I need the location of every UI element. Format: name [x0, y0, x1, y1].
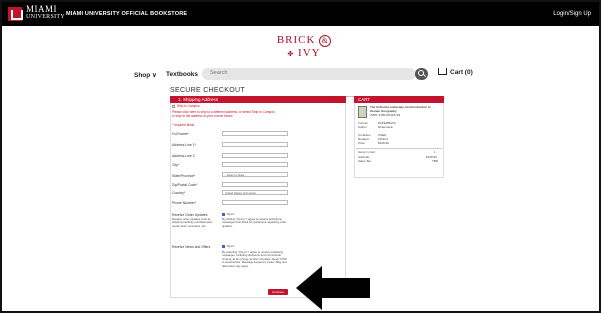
full-name-field[interactable]	[222, 131, 288, 136]
order-updates-description: Receive order updates such as shipping t…	[172, 217, 214, 228]
book-cover-image	[358, 106, 367, 118]
leaf-icon: ✤	[287, 50, 295, 58]
city-label: City*	[172, 163, 180, 167]
detail-price-key: Price	[358, 141, 365, 145]
browser-frame: MIAMI UNIVERSITY MIAMI UNIVERSITY OFFICI…	[0, 0, 601, 313]
search-icon[interactable]	[415, 68, 428, 80]
cart-item-isbn: ISBN: 9780135116739	[370, 113, 401, 117]
detail-author-value: Rubenstein	[378, 125, 394, 129]
country-select[interactable]: United States of America	[222, 190, 288, 195]
university-logo[interactable]: MIAMI UNIVERSITY	[26, 5, 65, 21]
shipping-section-header: 1. Shipping Address	[170, 96, 346, 103]
brand-word-brick: BRICK	[276, 34, 316, 46]
cart-section-header: CART	[354, 96, 444, 103]
news-offers-checkbox[interactable]	[222, 245, 225, 248]
ship-to-campus-label[interactable]: Ship to Campus	[177, 104, 200, 108]
page-title: SECURE CHECKOUT	[170, 87, 245, 94]
full-name-label: Full Name*	[172, 132, 189, 136]
address2-field[interactable]	[222, 153, 288, 158]
detail-price-value: $108.99	[378, 141, 389, 145]
detail-author-key: Author	[358, 125, 367, 129]
cart-divider	[356, 148, 442, 149]
nav-textbooks[interactable]: Textbooks	[166, 71, 198, 78]
country-label: Country*	[172, 191, 186, 195]
order-updates-fine-print: By clicking "Opt-In" I agree to receive …	[222, 217, 287, 228]
news-offers-opt-label[interactable]: Opt-in	[227, 244, 235, 248]
search-input[interactable]	[210, 70, 390, 76]
state-label: State/Province*	[172, 174, 196, 178]
cart-link[interactable]: Cart (0)	[438, 68, 473, 76]
search-bar[interactable]	[202, 68, 416, 80]
address1-field[interactable]	[222, 142, 288, 147]
shipping-note-2: to ship to the address of your choice be…	[172, 114, 234, 118]
continue-button[interactable]: Continue	[268, 289, 288, 295]
store-name: MIAMI UNIVERSITY OFFICIAL BOOKSTORE	[66, 11, 188, 17]
news-offers-label: Receive News and Offers	[172, 245, 211, 249]
top-bar: MIAMI UNIVERSITY MIAMI UNIVERSITY OFFICI…	[2, 2, 599, 26]
brand-ampersand: &	[319, 35, 332, 47]
login-signup-link[interactable]: Login/Sign Up	[553, 11, 591, 17]
nav-shop[interactable]: Shop ∨	[134, 71, 157, 79]
zip-field[interactable]	[222, 182, 288, 187]
logo-sub-text: UNIVERSITY	[26, 14, 65, 20]
miami-logo-icon[interactable]	[8, 7, 23, 21]
phone-field[interactable]	[222, 200, 288, 205]
order-updates-checkbox[interactable]	[222, 213, 225, 216]
logo-main-text: MIAMI	[26, 4, 57, 14]
cart-count: Cart (0)	[450, 69, 473, 76]
brand-word-ivy: IVY	[298, 47, 321, 59]
ship-to-campus-checkbox[interactable]	[172, 105, 175, 108]
order-updates-opt-label[interactable]: Opt-in	[227, 212, 235, 216]
phone-label: Phone Number*	[172, 201, 197, 205]
state-select[interactable]: - Select a State -	[222, 172, 288, 177]
required-note: * required fields	[172, 123, 195, 127]
brick-ivy-logo[interactable]: BRICK & ✤ IVY	[276, 34, 332, 62]
pointer-arrow-icon	[296, 266, 370, 310]
address1-label: Address Line 1*	[172, 143, 196, 147]
news-offers-fine-print: By selecting "Opt-In" I agree to receive…	[222, 250, 288, 268]
zip-label: Zip/Postal Code*	[172, 183, 198, 187]
sales-tax-label: Sales Tax	[358, 159, 371, 163]
address2-label: Address Line 2	[172, 154, 195, 158]
cart-icon	[438, 68, 447, 75]
sales-tax-value: TBD	[432, 159, 438, 163]
city-field[interactable]	[222, 162, 288, 167]
